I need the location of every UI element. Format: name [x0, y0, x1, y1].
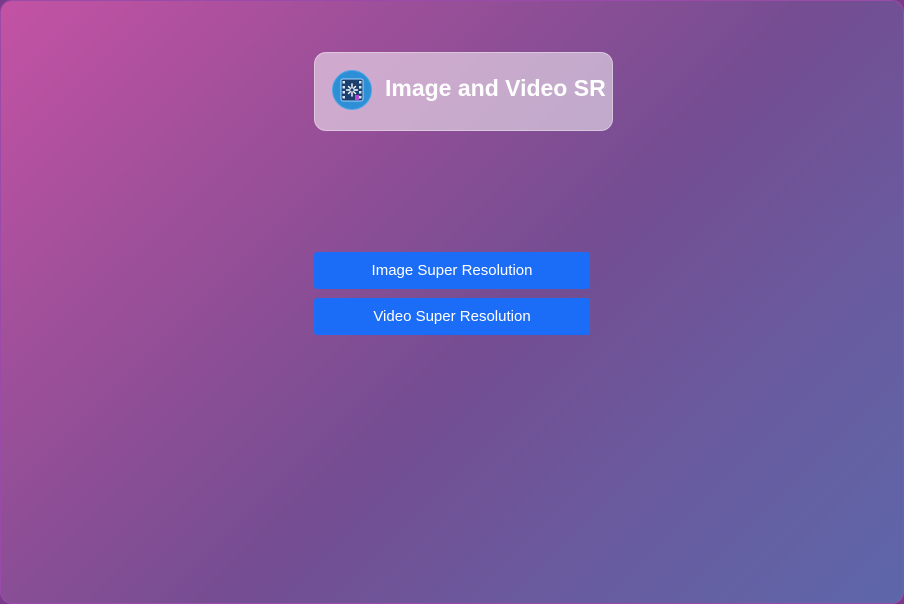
app-title: Image and Video SR [385, 75, 606, 101]
video-super-resolution-button[interactable]: Video Super Resolution [314, 298, 590, 335]
image-super-resolution-button[interactable]: Image Super Resolution [314, 252, 590, 289]
header-card: Image and Video SR [314, 52, 613, 131]
film-sparkle-icon [332, 70, 372, 110]
app-window: Image and Video SR Image Super Resolutio… [0, 0, 904, 604]
